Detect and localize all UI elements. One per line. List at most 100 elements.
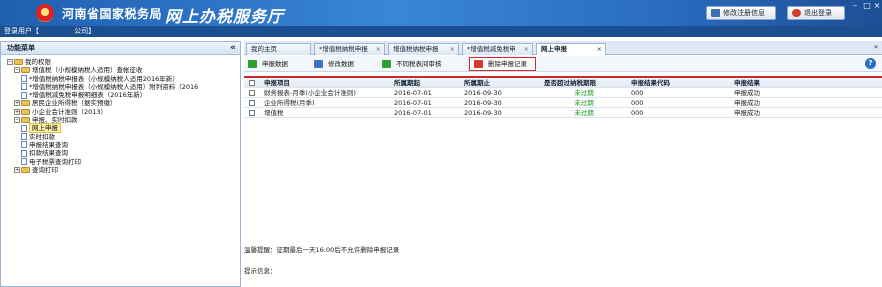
logout-button[interactable]: 退出登录	[787, 6, 845, 20]
folder-icon	[21, 108, 30, 115]
edit-icon	[314, 60, 323, 68]
collapse-icon[interactable]: −	[14, 117, 20, 124]
table-cell: 2016-09-30	[464, 89, 502, 97]
table-cell: 申报成功	[734, 89, 760, 97]
cross-table-review-label: 不同税表间审核	[396, 60, 442, 68]
table-cell: 未过期	[574, 99, 594, 107]
function-menu-title: 功能菜单	[7, 44, 35, 52]
table-row[interactable]: 企业所得税(月季) 2016-07-01 2016-09-30 未过期 000 申报成功	[244, 98, 882, 108]
document-icon	[21, 149, 27, 157]
menu-item-label: 电子税票查询打印	[29, 157, 81, 166]
modify-registration-button[interactable]: 修改注册信息	[706, 6, 776, 20]
table-cell: 000	[631, 99, 644, 107]
menu-item-label: 我的权限	[25, 58, 51, 66]
tip-info: 提示信息：	[244, 267, 277, 275]
menu-item[interactable]: − 增值税（小规模纳税人适用）查帐征收	[1, 66, 240, 74]
menu-item[interactable]: *增值税纳税申报表（小规模纳税人适用）附列资料（2016	[1, 83, 240, 91]
menu-item-label: *增值税减免税申报明细表（2016年新）	[29, 91, 147, 100]
delete-record-button[interactable]: 删除申报记录	[469, 57, 536, 71]
site-subtitle: 网上办税服务厅	[165, 7, 285, 26]
monitor-icon	[711, 9, 720, 17]
tab-close-icon[interactable]: ×	[450, 44, 455, 55]
folder-icon	[21, 166, 30, 173]
tab[interactable]: 网上申报 ×	[536, 43, 606, 55]
table-row[interactable]: 增值税 2016-07-01 2016-09-30 未过期 000 申报成功	[244, 108, 882, 118]
tab-close-icon[interactable]: ×	[376, 44, 381, 55]
cross-table-review-button[interactable]: 不同税表间审核	[382, 59, 442, 70]
menu-item[interactable]: 网上申报	[1, 123, 240, 134]
tab[interactable]: 增值税纳税申报 ×	[388, 43, 459, 55]
tab-label: *增值税减免税申	[467, 45, 516, 53]
table-cell: 000	[631, 109, 644, 117]
select-all-checkbox[interactable]	[249, 80, 255, 86]
column-header: 申报项目	[264, 79, 290, 87]
document-icon	[21, 124, 27, 132]
collapse-icon[interactable]: −	[14, 67, 20, 74]
table-cell: 企业所得税(月季)	[264, 99, 315, 107]
tab-scroll-icon[interactable]: »	[874, 43, 878, 51]
menu-item[interactable]: 电子税票查询打印	[1, 158, 240, 166]
company-name: 公司】	[74, 27, 96, 35]
table-cell: 2016-09-30	[464, 109, 502, 117]
toolbar: 申报数据 修改数据 不同税表间审核 删除申报记录 ?	[244, 56, 882, 72]
tab[interactable]: 我的主页	[246, 43, 311, 55]
tab-label: *增值税纳税申报	[319, 45, 368, 53]
modify-data-button[interactable]: 修改数据	[314, 59, 354, 70]
menu-item-label: 小企业会计准则（2013）	[32, 107, 108, 116]
help-icon[interactable]: ?	[865, 58, 876, 69]
tab-label: 网上申报	[541, 45, 567, 53]
table-cell: 财务报表-月季(小企业会计准则)	[264, 89, 356, 97]
document-icon	[21, 91, 27, 99]
table-row[interactable]: 财务报表-月季(小企业会计准则) 2016-07-01 2016-09-30 未过期 0…	[244, 88, 882, 98]
document-icon	[21, 158, 27, 166]
tab-close-icon[interactable]: ×	[597, 44, 602, 55]
close-icon[interactable]: ×	[870, 0, 882, 12]
table-cell: 未过期	[574, 89, 594, 97]
menu-item[interactable]: + 查询打印	[1, 166, 240, 174]
delete-record-label: 删除申报记录	[488, 60, 527, 68]
row-checkbox[interactable]	[249, 110, 255, 116]
row-checkbox[interactable]	[249, 90, 255, 96]
menu-item[interactable]: 实时扣款	[1, 133, 240, 141]
menu-tree: − 我的权限 − 增值税（小规模纳税人适用）查帐征收 *增值税纳税申报表（小规模纳税人适…	[1, 55, 240, 174]
expand-icon[interactable]: +	[14, 166, 20, 173]
main-content: » 我的主页 *增值税纳税申报 × 增值税纳税申报 × *增值税减免税申 × 网上申报 × 申报…	[244, 41, 882, 287]
logout-label: 退出登录	[804, 9, 832, 17]
document-icon	[21, 133, 27, 141]
modify-registration-label: 修改注册信息	[723, 9, 765, 17]
menu-item-label: 扣款结果查询	[29, 149, 68, 158]
declare-data-button[interactable]: 申报数据	[248, 59, 288, 70]
site-title: 河南省国家税务局	[62, 7, 163, 21]
menu-item[interactable]: 扣款结果查询	[1, 149, 240, 157]
declare-data-label: 申报数据	[262, 60, 288, 68]
menu-item-label: 居民企业所得税（据实预缴）	[32, 99, 117, 108]
review-icon	[382, 60, 391, 68]
table-cell: 2016-09-30	[464, 99, 502, 107]
column-header: 申报结果代码	[631, 79, 670, 87]
column-header: 申报结果	[734, 79, 760, 87]
document-icon	[21, 83, 27, 91]
login-user-label: 登录用户【	[4, 27, 39, 35]
expand-icon[interactable]: +	[14, 100, 20, 107]
reminder-note: 温馨提醒：征期最后一天16:00后不允许删除申报记录	[244, 246, 400, 254]
menu-item[interactable]: *增值税纳税申报表（小规模纳税人适用2016年新）	[1, 75, 240, 83]
document-icon	[21, 141, 27, 149]
document-icon	[21, 75, 27, 83]
collapse-panel-icon[interactable]: «	[230, 42, 236, 55]
delete-icon	[474, 60, 483, 68]
declare-icon	[248, 60, 257, 68]
tab-close-icon[interactable]: ×	[524, 44, 529, 55]
menu-item-label: *增值税纳税申报表（小规模纳税人适用2016年新）	[29, 74, 179, 83]
tab[interactable]: *增值税纳税申报 ×	[314, 43, 385, 55]
table-cell: 申报成功	[734, 109, 760, 117]
menu-item[interactable]: + 居民企业所得税（据实预缴）	[1, 99, 240, 107]
menu-item[interactable]: + 小企业会计准则（2013）	[1, 108, 240, 116]
table-cell: 未过期	[574, 109, 594, 117]
folder-icon	[14, 59, 23, 65]
table-cell: 申报成功	[734, 99, 760, 107]
expand-icon[interactable]: +	[14, 108, 20, 115]
table-cell: 2016-07-01	[394, 99, 432, 107]
tab[interactable]: *增值税减免税申 ×	[462, 43, 533, 55]
row-checkbox[interactable]	[249, 100, 255, 106]
collapse-icon[interactable]: −	[7, 59, 13, 65]
